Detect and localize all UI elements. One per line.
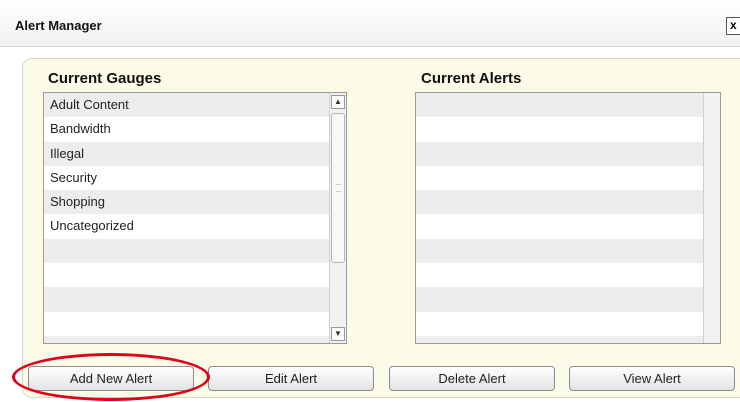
empty-row [416, 335, 720, 343]
gauges-rows: Adult Content Bandwidth Illegal Security… [44, 93, 346, 343]
empty-row [44, 335, 346, 343]
empty-row [416, 93, 720, 118]
delete-alert-button[interactable]: Delete Alert [389, 366, 555, 391]
edit-alert-button[interactable]: Edit Alert [208, 366, 374, 391]
alerts-rows [416, 93, 720, 343]
alerts-listbox[interactable] [415, 92, 721, 344]
add-new-alert-button[interactable]: Add New Alert [28, 366, 194, 391]
empty-row [416, 141, 720, 166]
scroll-grip-icon [336, 184, 341, 192]
current-gauges-label: Current Gauges [48, 70, 162, 87]
empty-row [416, 165, 720, 191]
close-button[interactable]: x [726, 17, 740, 35]
current-alerts-label: Current Alerts [421, 70, 522, 87]
empty-row [416, 238, 720, 264]
title-bar: Alert Manager x [0, 0, 740, 47]
view-alert-button[interactable]: View Alert [569, 366, 735, 391]
gauges-scrollbar[interactable]: ▲ ▼ [329, 93, 346, 343]
gauge-item-bandwidth[interactable]: Bandwidth [44, 117, 346, 142]
window-title: Alert Manager [15, 18, 102, 33]
empty-row [416, 190, 720, 215]
gauge-item-adult-content[interactable]: Adult Content [44, 93, 346, 118]
scroll-thumb[interactable] [331, 113, 345, 263]
empty-row [416, 117, 720, 142]
alerts-scrollbar[interactable] [703, 93, 720, 343]
scroll-down-icon[interactable]: ▼ [331, 327, 345, 341]
empty-row [416, 263, 720, 288]
empty-row [44, 311, 346, 336]
empty-row [416, 287, 720, 312]
gauges-listbox[interactable]: Adult Content Bandwidth Illegal Security… [43, 92, 347, 344]
gauge-item-uncategorized[interactable]: Uncategorized [44, 214, 346, 239]
empty-row [44, 263, 346, 288]
empty-row [44, 238, 346, 264]
empty-row [416, 214, 720, 239]
scroll-up-icon[interactable]: ▲ [331, 95, 345, 109]
empty-row [44, 287, 346, 312]
gauge-item-illegal[interactable]: Illegal [44, 141, 346, 166]
empty-row [416, 311, 720, 336]
gauge-item-security[interactable]: Security [44, 165, 346, 191]
gauge-item-shopping[interactable]: Shopping [44, 190, 346, 215]
